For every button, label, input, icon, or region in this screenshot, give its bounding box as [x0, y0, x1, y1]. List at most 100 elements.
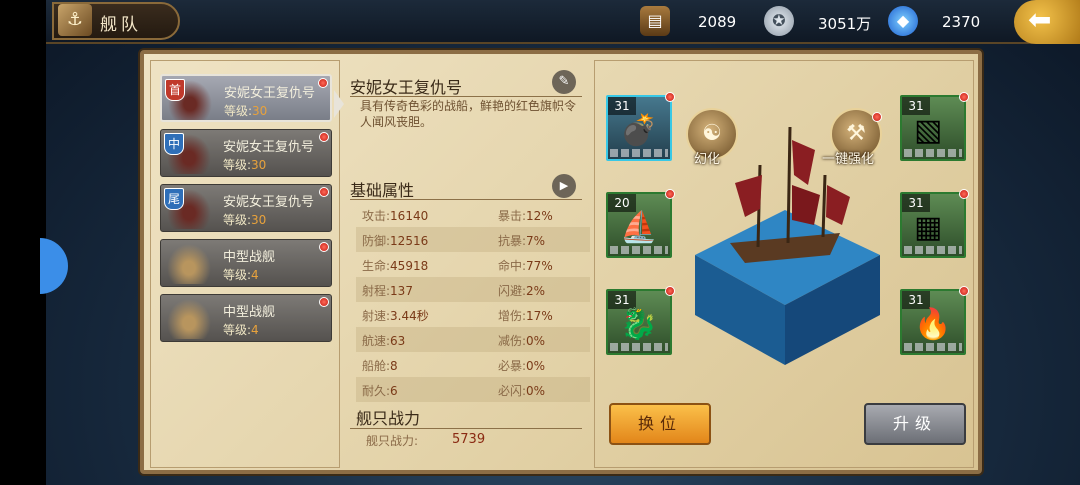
page-title: 舰队 — [100, 15, 142, 35]
divider — [350, 199, 582, 200]
ship-3d-view — [695, 126, 880, 365]
ship-name: 安妮女王复仇号 — [223, 140, 315, 155]
equipment-slot-cannon[interactable]: 31 💣 — [606, 92, 675, 161]
ship-list-item[interactable]: 中型战舰 等级:4 — [160, 294, 332, 342]
equipment-slot-flame[interactable]: 31 🔥 — [900, 286, 969, 355]
notification-dot — [959, 92, 969, 102]
ship-level: 等级:30 — [223, 158, 267, 172]
notification-dot — [319, 187, 329, 197]
silver-resource[interactable]: ✪ 3051万 — [764, 6, 884, 38]
stat-primary: 射程:137 — [362, 284, 413, 298]
tan-ship-icon — [167, 244, 211, 284]
equipment-slot-figurehead[interactable]: 31 🐉 — [606, 286, 675, 355]
slot-star-bar — [610, 246, 668, 254]
tan-ship-icon — [167, 299, 211, 339]
slot-star-bar — [610, 343, 668, 351]
back-button[interactable]: ⬅ — [1014, 0, 1080, 44]
ship-level: 等级:4 — [223, 268, 259, 282]
ship-detail-title: 安妮女王复仇号 — [350, 78, 463, 97]
ship-sail — [826, 185, 850, 225]
ship-name: 中型战舰 — [223, 305, 276, 320]
stat-row: 射速:3.44秒 增伤:17% — [356, 302, 590, 327]
stat-secondary: 抗暴:7% — [498, 234, 546, 248]
gem-resource[interactable]: ◆ 2370 — [888, 6, 988, 38]
stat-row: 耐久:6 必闪:0% — [356, 377, 590, 402]
sail-icon: ⛵ — [620, 210, 658, 245]
notification-dot — [319, 132, 329, 142]
ship-sail — [792, 140, 815, 185]
slot-star-bar — [904, 149, 962, 157]
wood-resource[interactable]: ▤ 2089 — [640, 6, 740, 38]
stat-primary: 船舱:8 — [362, 359, 398, 373]
notification-dot — [959, 189, 969, 199]
stat-primary: 生命:45918 — [362, 259, 429, 273]
plank-icon: ▧ — [914, 113, 943, 148]
slot-star-bar — [610, 149, 668, 157]
slot-star-bar — [904, 343, 962, 351]
stat-row: 防御:12516 抗暴:7% — [356, 227, 590, 252]
play-icon: ▶ — [559, 179, 569, 192]
notification-dot — [665, 92, 675, 102]
rename-button[interactable]: ✎ — [552, 70, 576, 94]
stat-primary: 耐久:6 — [362, 384, 398, 398]
stat-primary: 射速:3.44秒 — [362, 309, 429, 323]
ship-list-item[interactable]: 中 安妮女王复仇号 等级:30 — [160, 129, 332, 177]
notification-dot — [665, 286, 675, 296]
ship-name: 安妮女王复仇号 — [223, 195, 315, 210]
ship-level: 等级:30 — [224, 104, 268, 118]
equipment-slot-plank[interactable]: 31 ▧ — [900, 92, 969, 161]
divider — [350, 428, 582, 429]
ship-list-item[interactable]: 尾 安妮女王复仇号 等级:30 — [160, 184, 332, 232]
upgrade-button[interactable]: 升级 — [864, 403, 966, 445]
cannon-icon: 💣 — [620, 113, 658, 148]
position-badge-front: 首 — [165, 79, 185, 101]
swap-button[interactable]: 换位 — [609, 403, 711, 445]
ship-level: 等级:30 — [223, 213, 267, 227]
slot-star-bar — [904, 246, 962, 254]
stat-row: 生命:45918 命中:77% — [356, 252, 590, 277]
stat-secondary: 减伤:0% — [498, 334, 546, 348]
ship-description: 具有传奇色彩的战船，鲜艳的红色旗帜令人闻风丧胆。 — [360, 99, 577, 129]
stat-primary: 攻击:16140 — [362, 209, 429, 223]
stat-row: 攻击:16140 暴击:12% — [356, 202, 590, 227]
fleet-icon: ⚓ — [58, 4, 92, 36]
ship-mizzen-mast — [821, 174, 827, 238]
pencil-icon: ✎ — [558, 74, 570, 89]
position-badge-middle: 中 — [164, 133, 184, 155]
equipment-slot-sail[interactable]: 20 ⛵ — [606, 189, 675, 258]
stat-secondary: 暴击:12% — [498, 209, 553, 223]
position-badge-rear: 尾 — [164, 188, 184, 210]
divider — [350, 96, 582, 97]
flame-scroll-icon: 🔥 — [914, 307, 952, 342]
ship-list-item[interactable]: 首 安妮女王复仇号 等级:30 — [160, 74, 332, 122]
stat-secondary: 闪避:2% — [498, 284, 546, 298]
notification-dot — [665, 189, 675, 199]
silver-count: 3051万 — [818, 15, 872, 33]
ship-name: 安妮女王复仇号 — [224, 86, 316, 101]
notification-dot — [318, 78, 328, 88]
ship-list-item[interactable]: 中型战舰 等级:4 — [160, 239, 332, 287]
stat-primary: 航速:63 — [362, 334, 406, 348]
figurehead-icon: 🐉 — [620, 307, 658, 342]
equipment-slot-crate[interactable]: 31 ▦ — [900, 189, 969, 258]
ship-power-label: 舰只战力: — [366, 434, 419, 448]
stat-secondary: 必暴:0% — [498, 359, 546, 373]
ship-sail — [792, 185, 820, 225]
notification-dot — [319, 297, 329, 307]
blue-gem-icon: ◆ — [888, 6, 918, 36]
notification-dot — [872, 112, 882, 122]
stat-secondary: 命中:77% — [498, 259, 553, 273]
ship-name: 中型战舰 — [223, 250, 276, 265]
stat-row: 船舱:8 必暴:0% — [356, 352, 590, 377]
notification-dot — [319, 242, 329, 252]
stat-secondary: 必闪:0% — [498, 384, 546, 398]
stat-row: 射程:137 闪避:2% — [356, 277, 590, 302]
stats-detail-button[interactable]: ▶ — [552, 174, 576, 198]
ship-power-value: 5739 — [452, 432, 486, 447]
back-arrow-icon: ⬅ — [1028, 3, 1052, 36]
ship-power-title: 舰只战力 — [356, 409, 421, 428]
selection-pointer — [334, 90, 344, 118]
stat-primary: 防御:12516 — [362, 234, 429, 248]
gem-count: 2370 — [942, 13, 981, 31]
wood-count: 2089 — [698, 13, 737, 31]
